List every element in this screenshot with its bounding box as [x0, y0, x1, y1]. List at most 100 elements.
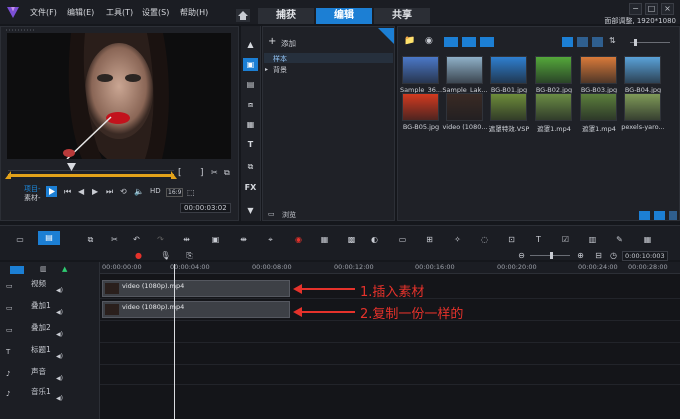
media-thumbnail[interactable]: [580, 56, 617, 84]
transition-icon[interactable]: ⧈: [243, 98, 258, 111]
show-audio-button[interactable]: [480, 37, 494, 47]
frame-icon[interactable]: ▣: [209, 234, 222, 245]
split-icon[interactable]: ⇼: [237, 234, 250, 245]
cut-icon[interactable]: ✂: [108, 234, 121, 245]
track-mute-icon[interactable]: ◀): [56, 331, 63, 338]
fit-icon[interactable]: ⇹: [180, 234, 193, 245]
zoom-handle[interactable]: [550, 252, 553, 259]
timecode-display[interactable]: 00:00:03:02: [180, 203, 231, 213]
media-thumbnail[interactable]: [580, 93, 617, 121]
tab-share[interactable]: 共享: [374, 8, 430, 24]
browse-icon[interactable]: ▭: [268, 210, 275, 218]
trim-in-handle[interactable]: [5, 171, 11, 179]
split-clip-icon[interactable]: ✂: [211, 168, 218, 177]
media-thumbnail[interactable]: [490, 93, 527, 121]
text-icon[interactable]: T: [532, 234, 545, 245]
media-thumbnail[interactable]: [624, 56, 661, 84]
add-folder-label[interactable]: 添加: [281, 38, 296, 49]
redo-icon[interactable]: ↷: [154, 234, 167, 245]
trim-out-handle[interactable]: [171, 171, 177, 179]
track-mute-icon[interactable]: ◀): [56, 395, 63, 402]
media-thumbnail[interactable]: [624, 93, 661, 121]
subtitle-icon[interactable]: ▭: [396, 234, 409, 245]
background-icon[interactable]: ▦: [243, 118, 258, 131]
stabilize-icon[interactable]: ⊡: [505, 234, 518, 245]
media-thumbnail[interactable]: [402, 93, 439, 121]
copy-icon[interactable]: ⧉: [84, 234, 97, 245]
time-remap-icon[interactable]: ◌: [478, 234, 491, 245]
hd-toggle[interactable]: HD: [150, 187, 161, 195]
import-folder-icon[interactable]: 📁: [404, 36, 415, 46]
prev-frame-icon[interactable]: ◀: [78, 187, 84, 196]
media-thumbnail[interactable]: [446, 56, 483, 84]
go-start-icon[interactable]: ⏮: [64, 187, 71, 197]
speed-icon[interactable]: ✧: [451, 234, 464, 245]
zoom-out-icon[interactable]: ⊖: [515, 250, 528, 261]
options-button[interactable]: [654, 211, 665, 220]
media-thumbnail[interactable]: [535, 56, 572, 84]
close-button[interactable]: ×: [661, 3, 674, 15]
track-mute-icon[interactable]: ◀): [56, 375, 63, 382]
detail-view-button[interactable]: [577, 37, 588, 47]
trim-bar[interactable]: [8, 174, 174, 177]
mode-clip[interactable]: 素材-: [24, 193, 41, 203]
minimize-button[interactable]: −: [629, 3, 642, 15]
menu-tools[interactable]: 工具(T): [106, 7, 133, 18]
export-icon[interactable]: ⎘: [183, 250, 196, 261]
grid-icon[interactable]: ▦: [641, 234, 654, 245]
motion-icon[interactable]: ▦: [318, 234, 331, 245]
overlay-clip[interactable]: video (1080p).mp4: [102, 301, 290, 318]
collapse-up-icon[interactable]: ▲: [243, 38, 258, 51]
clock-icon[interactable]: ◷: [607, 250, 620, 261]
tracker-icon[interactable]: ⌖: [264, 234, 277, 245]
menu-edit[interactable]: 编辑(E): [67, 7, 94, 18]
mark-out-button[interactable]: ]: [200, 168, 204, 178]
show-library-button[interactable]: [639, 211, 650, 220]
instant-project-icon[interactable]: ▤: [243, 78, 258, 91]
record-audio-icon[interactable]: ●: [132, 250, 145, 261]
thumb-size-handle[interactable]: [634, 39, 637, 46]
show-photo-button[interactable]: [462, 37, 476, 47]
mark-in-button[interactable]: [: [178, 168, 182, 178]
menu-file[interactable]: 文件(F): [30, 7, 57, 18]
folder-expand-icon[interactable]: ▸: [265, 66, 268, 73]
zoom-in-icon[interactable]: ⊕: [574, 250, 587, 261]
repeat-icon[interactable]: ⟲: [120, 187, 127, 196]
go-end-icon[interactable]: ⏭: [106, 187, 113, 197]
timeline-playhead[interactable]: [174, 264, 175, 419]
media-thumbnail[interactable]: [402, 56, 439, 84]
show-video-button[interactable]: [444, 37, 458, 47]
split-screen-icon[interactable]: ⊞: [423, 234, 436, 245]
folder-item-samples[interactable]: 样本: [264, 53, 393, 63]
fit-timeline-icon[interactable]: ⊟: [592, 250, 605, 261]
browse-label[interactable]: 浏览: [282, 210, 296, 220]
color-icon[interactable]: ◐: [368, 234, 381, 245]
project-duration[interactable]: 0:00:10:003: [622, 251, 668, 261]
aspect-ratio-button[interactable]: 16:9: [166, 188, 184, 197]
title-icon[interactable]: T: [243, 138, 258, 151]
track-mute-icon[interactable]: ◀): [56, 287, 63, 294]
folder-item-backgrounds[interactable]: 背景: [273, 65, 287, 75]
mic-icon[interactable]: 🎙: [159, 250, 172, 261]
menu-help[interactable]: 帮助(H): [180, 7, 208, 18]
edit-icon[interactable]: ✎: [613, 234, 626, 245]
filter-fx-icon[interactable]: FX: [243, 181, 258, 194]
tab-capture[interactable]: 捕获: [258, 8, 314, 24]
tab-edit[interactable]: 编辑: [316, 8, 372, 24]
media-library-icon[interactable]: ▣: [243, 58, 258, 71]
volume-icon[interactable]: 🔈: [134, 187, 144, 196]
track-manager-button[interactable]: [10, 266, 24, 274]
playhead-handle[interactable]: [67, 163, 76, 171]
next-frame-icon[interactable]: ▶: [92, 187, 98, 196]
maximize-button[interactable]: □: [645, 3, 658, 15]
track-mute-icon[interactable]: ◀): [56, 309, 63, 316]
enlarge-icon[interactable]: ⧉: [224, 168, 230, 178]
list-view-button[interactable]: [562, 37, 573, 47]
timeline-view-icon[interactable]: ▤: [38, 231, 60, 245]
record-icon[interactable]: ◉: [425, 36, 433, 46]
media-thumbnail[interactable]: [446, 93, 483, 121]
audio-mixer-icon[interactable]: ▥: [586, 234, 599, 245]
panel-toggle-button[interactable]: [669, 211, 677, 220]
storyboard-view-icon[interactable]: ▭: [12, 234, 28, 245]
track-mute-icon[interactable]: ◀): [56, 353, 63, 360]
